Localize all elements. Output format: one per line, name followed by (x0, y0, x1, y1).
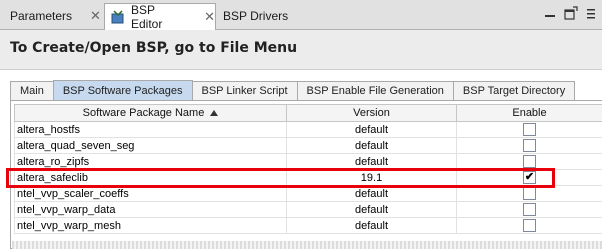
software-packages-pane: Software Package Name Version Enable alt… (10, 100, 602, 249)
maximize-icon[interactable] (564, 6, 578, 23)
tab-parameters-label: Parameters (10, 8, 73, 23)
enable-cell (456, 201, 602, 218)
version-cell: 19.1 (286, 169, 457, 186)
bsp-editor-area: To Create/Open BSP, go to File Menu Main… (0, 30, 602, 249)
close-icon[interactable]: ✕ (90, 8, 101, 24)
table-row[interactable]: altera_hostfs default (14, 121, 602, 138)
table-row[interactable]: ntel_vvp_scaler_coeffs default (14, 185, 602, 202)
table-row[interactable]: ntel_vvp_warp_data default (14, 201, 602, 218)
enable-checkbox[interactable] (523, 123, 536, 136)
page-title: To Create/Open BSP, go to File Menu (10, 40, 298, 56)
table-body: altera_hostfs default altera_quad_seven_se… (14, 121, 602, 234)
package-name-cell: altera_safeclib (14, 169, 287, 186)
package-name-cell: ntel_vvp_scaler_coeffs (14, 185, 287, 202)
tab-parameters[interactable]: Parameters ✕ (4, 3, 102, 28)
package-name-cell: altera_hostfs (14, 121, 287, 138)
bsp-header: To Create/Open BSP, go to File Menu (0, 30, 602, 70)
tab-bsp-drivers-label: BSP Drivers (223, 8, 289, 23)
enable-checkbox[interactable]: ✔ (523, 171, 536, 184)
column-header-version[interactable]: Version (286, 104, 457, 122)
table-row[interactable]: altera_safeclib 19.1 ✔ (14, 169, 602, 186)
version-cell: default (286, 201, 457, 218)
window-controls (544, 6, 598, 23)
tab-bsp-editor-label: BSP Editor (131, 3, 163, 31)
column-header-name[interactable]: Software Package Name (14, 104, 287, 122)
settings-tabs: Main BSP Software Packages BSP Linker Sc… (10, 80, 576, 101)
table-row[interactable]: altera_quad_seven_seg default (14, 137, 602, 154)
enable-cell (456, 153, 602, 170)
horizontal-scrollbar[interactable] (12, 241, 602, 249)
tab-bsp-enable-file-generation[interactable]: BSP Enable File Generation (296, 81, 454, 100)
tab-bsp-editor[interactable]: BSP Editor ✕ (104, 3, 216, 31)
enable-cell (456, 185, 602, 202)
version-cell: default (286, 121, 457, 138)
table-row[interactable]: ntel_vvp_warp_mesh default (14, 217, 602, 234)
package-name-cell: ntel_vvp_warp_mesh (14, 217, 287, 234)
editor-tab-strip: Parameters ✕ BSP Editor ✕ BSP Drivers (0, 0, 602, 31)
view-menu-icon[interactable] (586, 7, 598, 22)
enable-cell (456, 217, 602, 234)
tab-bsp-drivers[interactable]: BSP Drivers (218, 3, 318, 28)
enable-cell (456, 121, 602, 138)
software-packages-table: Software Package Name Version Enable alt… (14, 104, 602, 234)
version-cell: default (286, 185, 457, 202)
tab-bsp-software-packages[interactable]: BSP Software Packages (52, 80, 193, 101)
close-icon[interactable]: ✕ (204, 9, 215, 25)
enable-checkbox[interactable] (523, 219, 536, 232)
tab-bsp-target-directory[interactable]: BSP Target Directory (452, 81, 576, 100)
enable-cell: ✔ (456, 169, 602, 186)
enable-cell (456, 137, 602, 154)
column-header-name-label: Software Package Name (82, 107, 205, 119)
version-cell: default (286, 153, 457, 170)
enable-checkbox[interactable] (523, 139, 536, 152)
column-header-enable[interactable]: Enable (456, 104, 602, 122)
bsp-editor-icon (111, 10, 125, 24)
version-cell: default (286, 217, 457, 234)
enable-checkbox[interactable] (523, 187, 536, 200)
table-header-row: Software Package Name Version Enable (14, 104, 602, 122)
package-name-cell: altera_ro_zipfs (14, 153, 287, 170)
tab-bsp-linker-script[interactable]: BSP Linker Script (191, 81, 298, 100)
sort-ascending-icon (210, 110, 219, 117)
table-row[interactable]: altera_ro_zipfs default (14, 153, 602, 170)
minimize-icon[interactable] (544, 7, 556, 22)
enable-checkbox[interactable] (523, 155, 536, 168)
package-name-cell: altera_quad_seven_seg (14, 137, 287, 154)
version-cell: default (286, 137, 457, 154)
enable-checkbox[interactable] (523, 203, 536, 216)
package-name-cell: ntel_vvp_warp_data (14, 201, 287, 218)
settings-panel: Main BSP Software Packages BSP Linker Sc… (10, 76, 602, 249)
tab-main[interactable]: Main (10, 81, 54, 100)
